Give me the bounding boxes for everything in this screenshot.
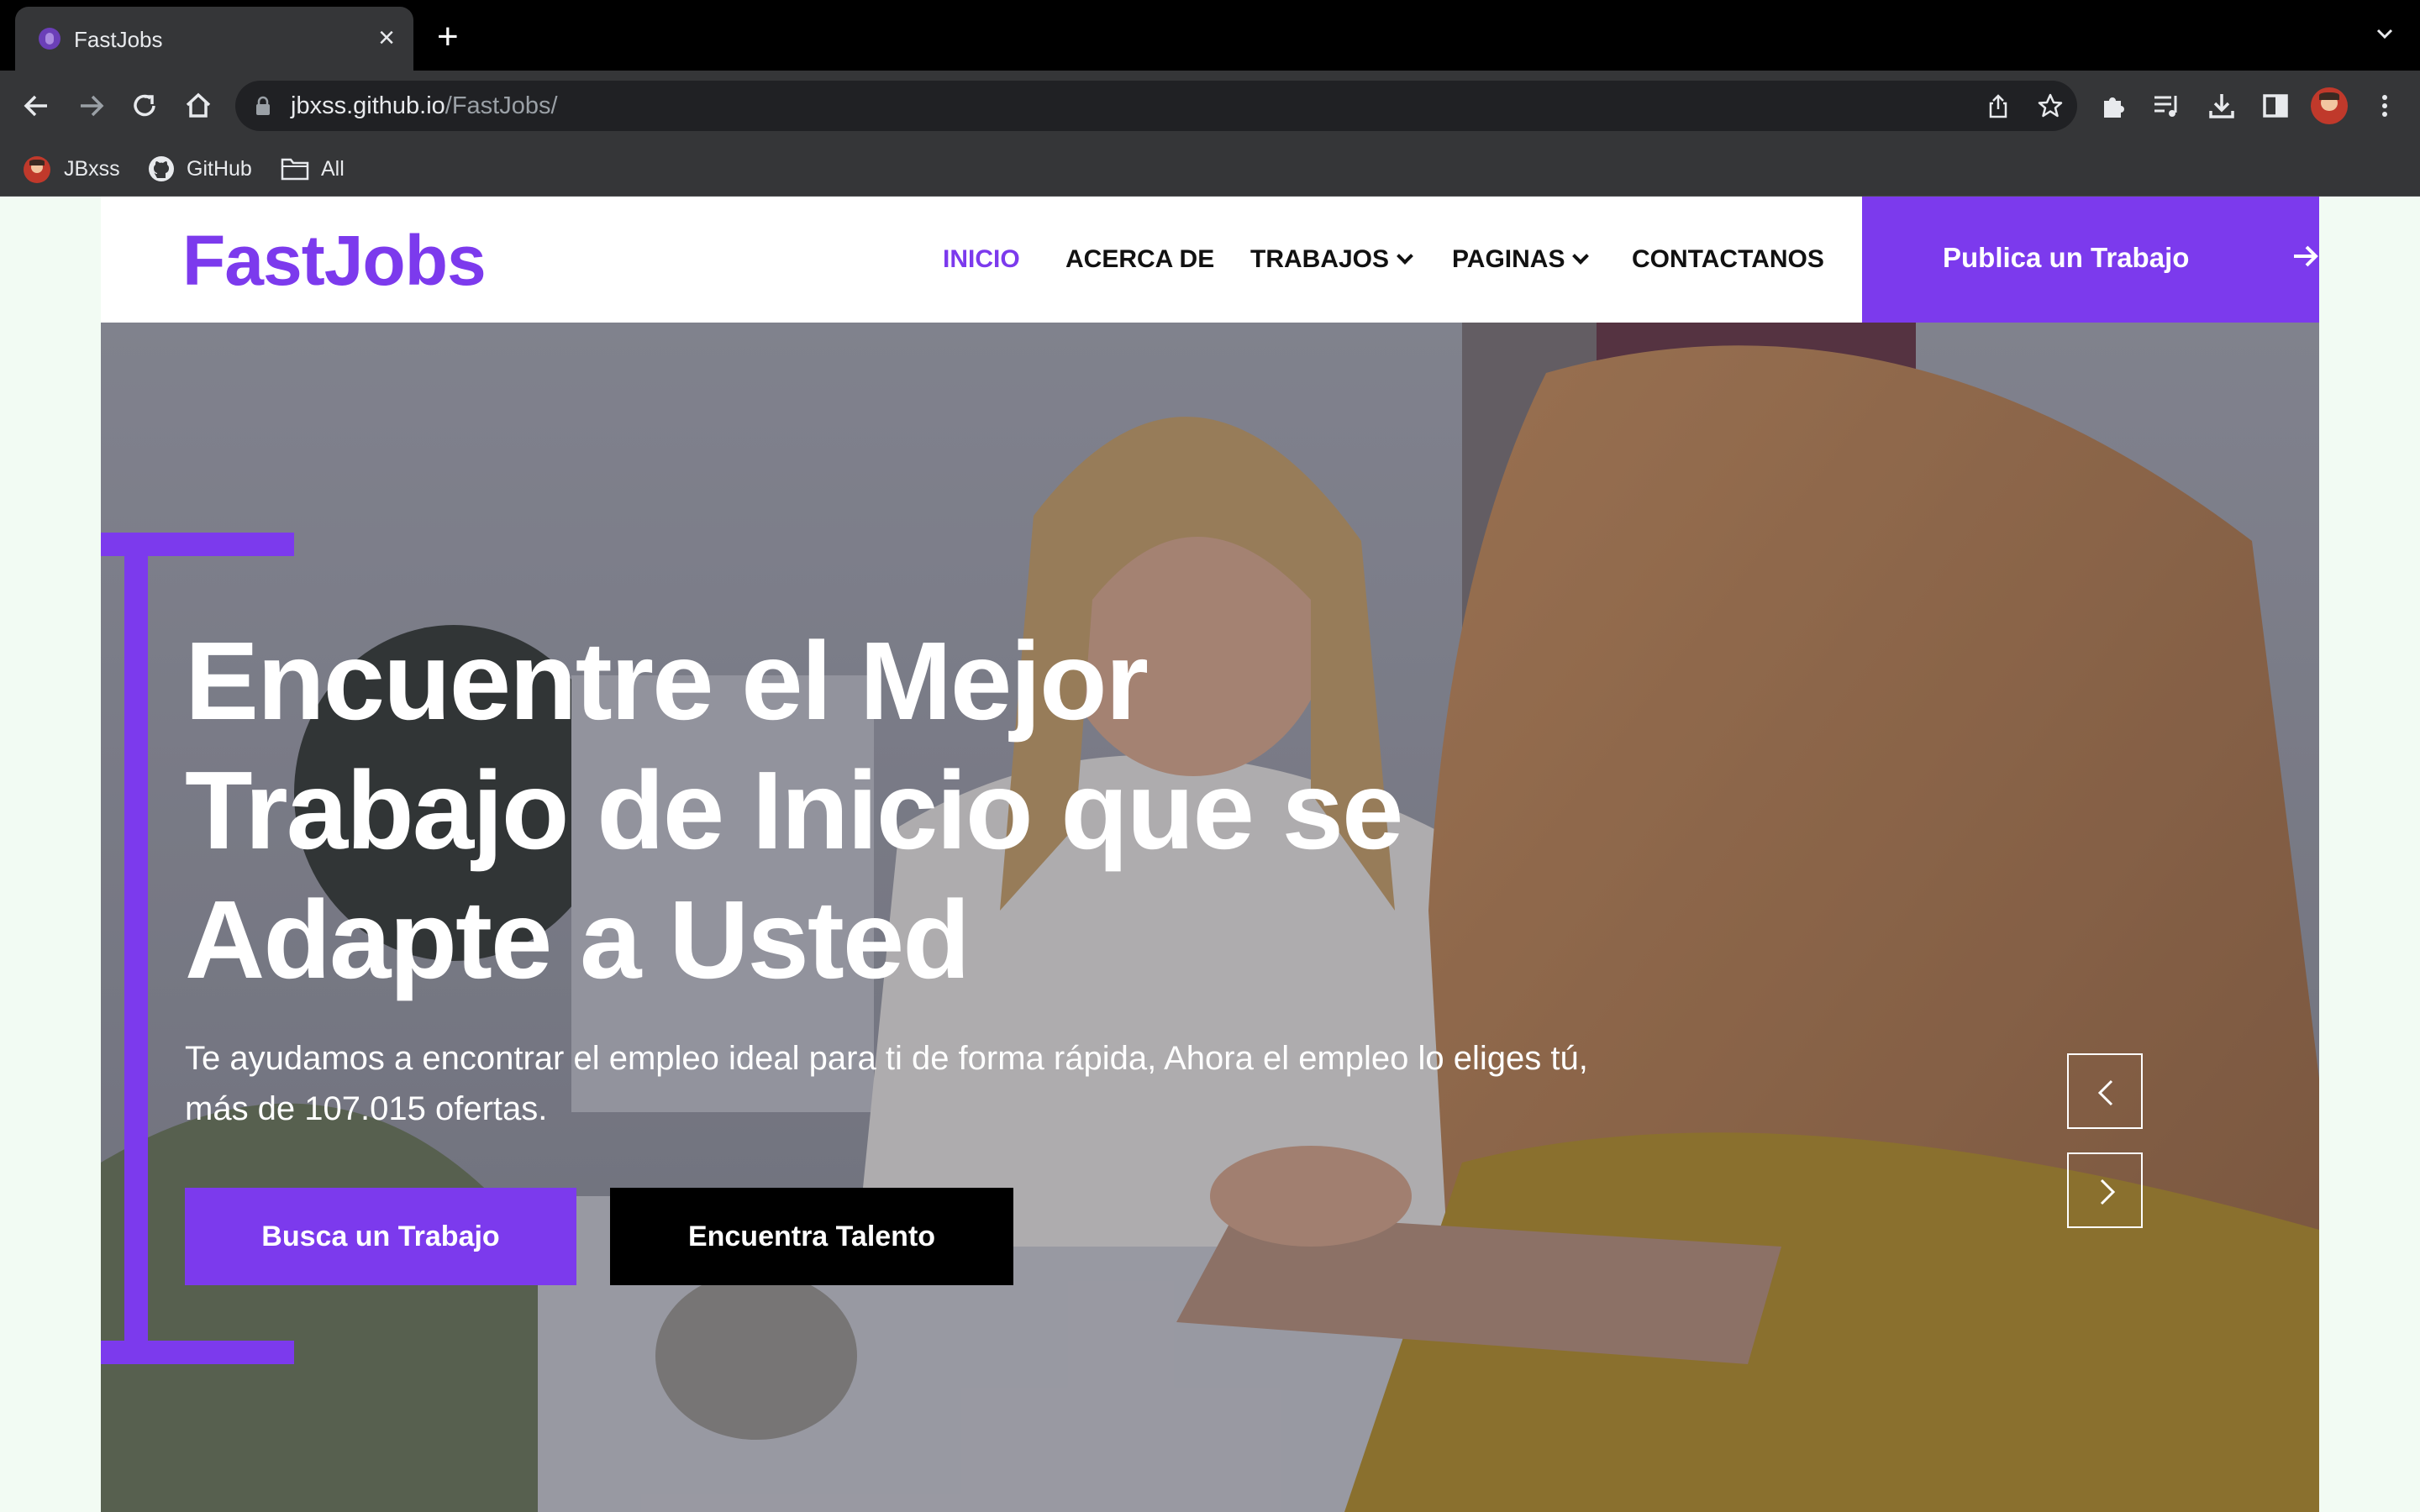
browser-menu-icon[interactable]: [2368, 89, 2402, 123]
nav-label: ACERCA DE: [1065, 245, 1215, 273]
download-icon[interactable]: [2205, 89, 2238, 123]
profile-avatar-icon[interactable]: [2311, 87, 2348, 124]
site-header: FastJobs INICIO ACERCA DE TRABAJOS PAGIN…: [101, 197, 2319, 323]
side-panel-icon[interactable]: [2259, 89, 2292, 123]
browser-tab-bar: FastJobs × +: [0, 0, 2420, 71]
bookmark-jbxss[interactable]: JBxss: [24, 155, 133, 183]
hero-section: Encuentre el Mejor Trabajo de Inicio que…: [101, 323, 2319, 1512]
bookmarks-bar: JBxss GitHub All: [0, 141, 2420, 197]
bookmark-label: All: [321, 157, 345, 181]
bookmark-folder-all[interactable]: All: [281, 155, 365, 183]
share-icon[interactable]: [1985, 92, 2012, 119]
carousel-next-button[interactable]: [2067, 1152, 2143, 1228]
bracket-side-bar: [124, 533, 148, 1364]
avatar-icon: [24, 156, 50, 183]
bookmark-label: GitHub: [187, 157, 252, 181]
find-job-button[interactable]: Busca un Trabajo: [185, 1188, 576, 1285]
arrow-right-icon: [2294, 245, 2318, 267]
bookmark-star-icon[interactable]: [2037, 92, 2064, 119]
nav-trabajos[interactable]: TRABAJOS: [1250, 245, 1413, 274]
browser-tab[interactable]: FastJobs ×: [15, 7, 413, 71]
nav-inicio[interactable]: INICIO: [943, 245, 1020, 274]
subtext-line: Te ayudamos a encontrar el empleo ideal …: [185, 1040, 1588, 1077]
nav-label: PAGINAS: [1452, 245, 1565, 273]
browser-toolbar: jbxss.github.io/FastJobs/: [0, 71, 2420, 141]
media-queue-icon[interactable]: [2149, 89, 2183, 123]
nav-label: TRABAJOS: [1250, 245, 1390, 273]
headline-line: Adapte a Usted: [185, 878, 971, 1001]
url-host: jbxss.github.io: [291, 92, 445, 119]
back-icon[interactable]: [18, 87, 55, 124]
lock-icon[interactable]: [255, 96, 271, 116]
address-bar[interactable]: jbxss.github.io/FastJobs/: [235, 81, 2077, 131]
publish-job-label: Publica un Trabajo: [1943, 242, 2190, 273]
chevron-right-icon: [2100, 1179, 2116, 1205]
nav-label: CONTACTANOS: [1632, 245, 1824, 273]
tab-title: FastJobs: [74, 27, 163, 52]
url-path: /FastJobs/: [445, 92, 558, 119]
home-icon[interactable]: [180, 87, 217, 124]
headline-line: Trabajo de Inicio que se: [185, 748, 1403, 872]
carousel-prev-button[interactable]: [2067, 1053, 2143, 1129]
chevron-down-icon: [1572, 248, 1590, 265]
close-tab-icon[interactable]: ×: [378, 22, 395, 54]
hero-headline: Encuentre el Mejor Trabajo de Inicio que…: [185, 617, 1613, 1005]
find-talent-button[interactable]: Encuentra Talento: [610, 1188, 1013, 1285]
reload-icon[interactable]: [126, 87, 163, 124]
folder-icon: [281, 158, 309, 181]
url-text[interactable]: jbxss.github.io/FastJobs/: [291, 92, 558, 120]
chevron-left-icon: [2097, 1079, 2113, 1106]
subtext-line: más de 107.015 ofertas.: [185, 1090, 548, 1127]
web-page: FastJobs INICIO ACERCA DE TRABAJOS PAGIN…: [101, 197, 2319, 1512]
site-favicon-icon: [39, 28, 60, 50]
nav-acerca-de[interactable]: ACERCA DE: [1065, 245, 1214, 274]
tab-search-chevron-icon[interactable]: [2373, 22, 2396, 45]
hero-subtext: Te ayudamos a encontrar el empleo ideal …: [185, 1033, 1630, 1134]
bookmark-github[interactable]: GitHub: [148, 155, 266, 183]
headline-line: Encuentre el Mejor: [185, 619, 1149, 743]
bookmark-label: JBxss: [64, 157, 120, 181]
publish-job-button[interactable]: Publica un Trabajo: [1862, 197, 2319, 323]
new-tab-icon[interactable]: +: [437, 18, 459, 55]
nav-contactanos[interactable]: CONTACTANOS: [1632, 245, 1824, 274]
chevron-down-icon: [1397, 248, 1413, 265]
github-icon: [149, 156, 174, 181]
extensions-icon[interactable]: [2097, 89, 2131, 123]
site-logo[interactable]: FastJobs: [182, 220, 487, 302]
nav-paginas[interactable]: PAGINAS: [1452, 245, 1590, 274]
nav-label: INICIO: [943, 245, 1020, 273]
bracket-bottom-bar: [101, 1341, 294, 1364]
forward-icon[interactable]: [72, 87, 109, 124]
